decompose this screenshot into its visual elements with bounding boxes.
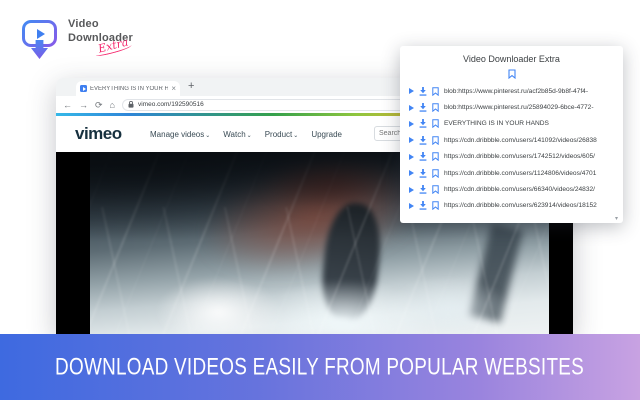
download-url[interactable]: https://cdn.dribbble.com/users/1124806/v… bbox=[444, 170, 620, 177]
nav-upgrade[interactable]: Upgrade bbox=[311, 130, 342, 139]
back-icon[interactable]: ← bbox=[63, 100, 72, 110]
chevron-down-icon: ⌄ bbox=[293, 133, 298, 139]
forward-icon[interactable]: → bbox=[79, 100, 88, 110]
chevron-down-icon: ⌄ bbox=[247, 133, 252, 139]
brand-name-line1: Video bbox=[68, 18, 133, 32]
scroll-down-icon[interactable]: ▾ bbox=[615, 215, 618, 222]
bookmark-icon[interactable] bbox=[432, 136, 439, 145]
download-icon[interactable] bbox=[419, 201, 427, 210]
new-tab-button[interactable]: + bbox=[188, 80, 194, 92]
download-icon[interactable] bbox=[419, 152, 427, 161]
promo-banner: DOWNLOAD VIDEOS EASILY FROM POPULAR WEBS… bbox=[0, 334, 640, 400]
download-url[interactable]: EVERYTHING IS IN YOUR HANDS bbox=[444, 120, 620, 127]
play-icon[interactable] bbox=[409, 121, 414, 127]
download-icon[interactable] bbox=[419, 136, 427, 145]
nav-manage-videos[interactable]: Manage videos⌄ bbox=[150, 130, 210, 139]
promo-screenshot: Video Downloader Extra EVERYTHING IS IN … bbox=[0, 0, 640, 400]
lock-icon bbox=[128, 101, 134, 108]
play-icon[interactable] bbox=[409, 137, 414, 143]
bookmark-filter-icon[interactable] bbox=[508, 69, 516, 79]
nav-product[interactable]: Product⌄ bbox=[265, 130, 299, 139]
download-url[interactable]: blob:https://www.pinterest.ru/25894029-6… bbox=[444, 104, 620, 111]
play-icon[interactable] bbox=[409, 88, 414, 94]
bookmark-icon[interactable] bbox=[432, 103, 439, 112]
download-icon[interactable] bbox=[419, 169, 427, 178]
play-icon[interactable] bbox=[409, 203, 414, 209]
bookmark-icon[interactable] bbox=[432, 119, 439, 128]
download-url[interactable]: https://cdn.dribbble.com/users/66340/vid… bbox=[444, 186, 620, 193]
home-icon[interactable]: ⌂ bbox=[110, 100, 115, 110]
promo-banner-text: DOWNLOAD VIDEOS EASILY FROM POPULAR WEBS… bbox=[56, 353, 585, 382]
download-icon[interactable] bbox=[419, 87, 427, 96]
play-icon[interactable] bbox=[409, 187, 414, 193]
download-item: https://cdn.dribbble.com/users/141092/vi… bbox=[409, 132, 620, 148]
tab-title: EVERYTHING IS IN YOUR HANDS bbox=[90, 86, 168, 92]
download-item: EVERYTHING IS IN YOUR HANDS bbox=[409, 116, 620, 132]
download-item: blob:https://www.pinterest.ru/acf2b85d-9… bbox=[409, 83, 620, 99]
play-icon[interactable] bbox=[409, 154, 414, 160]
tab-favicon-icon bbox=[80, 85, 87, 92]
download-item: https://cdn.dribbble.com/users/66340/vid… bbox=[409, 181, 620, 197]
bookmark-icon[interactable] bbox=[432, 169, 439, 178]
play-icon[interactable] bbox=[409, 170, 414, 176]
extension-popup: Video Downloader Extra blob:https://www.… bbox=[400, 46, 623, 223]
reload-icon[interactable]: ⟳ bbox=[95, 100, 103, 110]
popup-title: Video Downloader Extra bbox=[400, 54, 623, 64]
bookmark-icon[interactable] bbox=[432, 201, 439, 210]
download-item: blob:https://www.pinterest.ru/25894029-6… bbox=[409, 99, 620, 115]
bookmark-icon[interactable] bbox=[432, 152, 439, 161]
chevron-down-icon: ⌄ bbox=[205, 133, 210, 139]
tab-close-icon[interactable]: × bbox=[171, 85, 176, 93]
brand-logo: Video Downloader Extra bbox=[22, 18, 202, 70]
download-item: https://cdn.dribbble.com/users/623914/vi… bbox=[409, 198, 620, 214]
vimeo-nav: Manage videos⌄ Watch⌄ Product⌄ Upgrade bbox=[150, 130, 342, 139]
download-item: https://cdn.dribbble.com/users/1742512/v… bbox=[409, 149, 620, 165]
bookmark-icon[interactable] bbox=[432, 185, 439, 194]
download-icon[interactable] bbox=[419, 103, 427, 112]
download-item: https://cdn.dribbble.com/users/1124806/v… bbox=[409, 165, 620, 181]
bookmark-icon[interactable] bbox=[432, 87, 439, 96]
vimeo-logo[interactable]: vimeo bbox=[75, 124, 122, 144]
download-url[interactable]: https://cdn.dribbble.com/users/1742512/v… bbox=[444, 153, 620, 160]
download-icon[interactable] bbox=[419, 119, 427, 128]
download-list: blob:https://www.pinterest.ru/acf2b85d-9… bbox=[409, 83, 620, 214]
download-url[interactable]: https://cdn.dribbble.com/users/623914/vi… bbox=[444, 202, 620, 209]
download-icon[interactable] bbox=[419, 185, 427, 194]
browser-tab[interactable]: EVERYTHING IS IN YOUR HANDS × bbox=[76, 81, 180, 96]
download-url[interactable]: https://cdn.dribbble.com/users/141092/vi… bbox=[444, 137, 620, 144]
download-url[interactable]: blob:https://www.pinterest.ru/acf2b85d-9… bbox=[444, 88, 620, 95]
play-icon[interactable] bbox=[409, 105, 414, 111]
play-icon bbox=[37, 29, 45, 39]
nav-watch[interactable]: Watch⌄ bbox=[223, 130, 251, 139]
